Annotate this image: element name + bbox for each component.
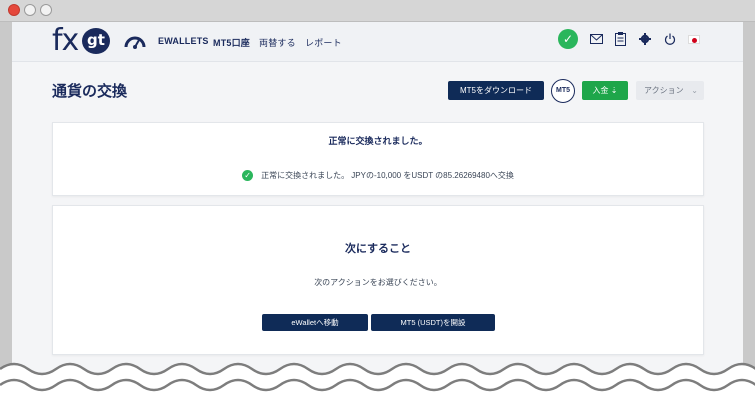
result-message-row: ✓ 正常に交換されました。 JPYの-10,000 をUSDT の85.26269… [53, 170, 703, 182]
next-steps-title: 次にすること [344, 243, 412, 255]
app-window: fx gt EWALLETS MT5口座 両替する レポート ✓ 通貨の交換 M… [12, 22, 743, 401]
verified-check-icon[interactable]: ✓ [558, 29, 578, 49]
nav-exchange[interactable]: 両替する [259, 36, 296, 49]
result-message: 正常に交換されました。 JPYの-10,000 をUSDT の85.262694… [261, 171, 514, 180]
dashboard-icon[interactable] [124, 32, 146, 52]
logo-badge: gt [82, 28, 110, 54]
minimize-window-icon[interactable] [24, 4, 36, 16]
clipboard-icon[interactable] [615, 32, 626, 46]
go-to-ewallet-button[interactable]: eWalletへ移動 [262, 314, 368, 331]
deposit-button[interactable]: 入金 ⇣ [582, 81, 628, 100]
gear-icon[interactable] [639, 33, 651, 45]
top-navigation: fx gt EWALLETS MT5口座 両替する レポート ✓ [12, 22, 743, 62]
exchange-result-card: 正常に交換されました。 ✓ 正常に交換されました。 JPYの-10,000 をUS… [52, 122, 704, 196]
success-check-icon: ✓ [242, 170, 254, 182]
maximize-window-icon[interactable] [40, 4, 52, 16]
window-chrome [0, 0, 755, 22]
next-steps-card: 次にすること 次のアクションをお選びください。 eWalletへ移動 MT5 (… [52, 205, 704, 355]
nav-mt5-accounts[interactable]: MT5口座 [213, 36, 250, 49]
download-mt5-button[interactable]: MT5をダウンロード [448, 81, 544, 100]
mail-icon[interactable] [590, 34, 603, 45]
action-dropdown[interactable]: アクション ⌄ [636, 81, 704, 100]
fxgt-logo[interactable]: fx gt [52, 23, 112, 58]
power-icon[interactable] [664, 33, 676, 45]
chevron-down-icon: ⌄ [691, 86, 698, 95]
action-dropdown-label: アクション [644, 86, 684, 95]
nav-reports[interactable]: レポート [305, 36, 342, 49]
page-title: 通貨の交換 [52, 83, 128, 100]
japan-flag-icon[interactable] [688, 35, 700, 44]
open-mt5-usdt-button[interactable]: MT5 (USDT)を開設 [371, 314, 495, 331]
close-window-icon[interactable] [8, 4, 20, 16]
nav-ewallets[interactable]: EWALLETS [158, 36, 209, 46]
mt5-badge[interactable]: MT5 [551, 79, 575, 103]
result-title: 正常に交換されました。 [328, 136, 428, 146]
logo-text: fx [52, 23, 79, 58]
torn-edge-decoration [0, 362, 755, 401]
next-steps-prompt: 次のアクションをお選びください。 [314, 278, 442, 287]
